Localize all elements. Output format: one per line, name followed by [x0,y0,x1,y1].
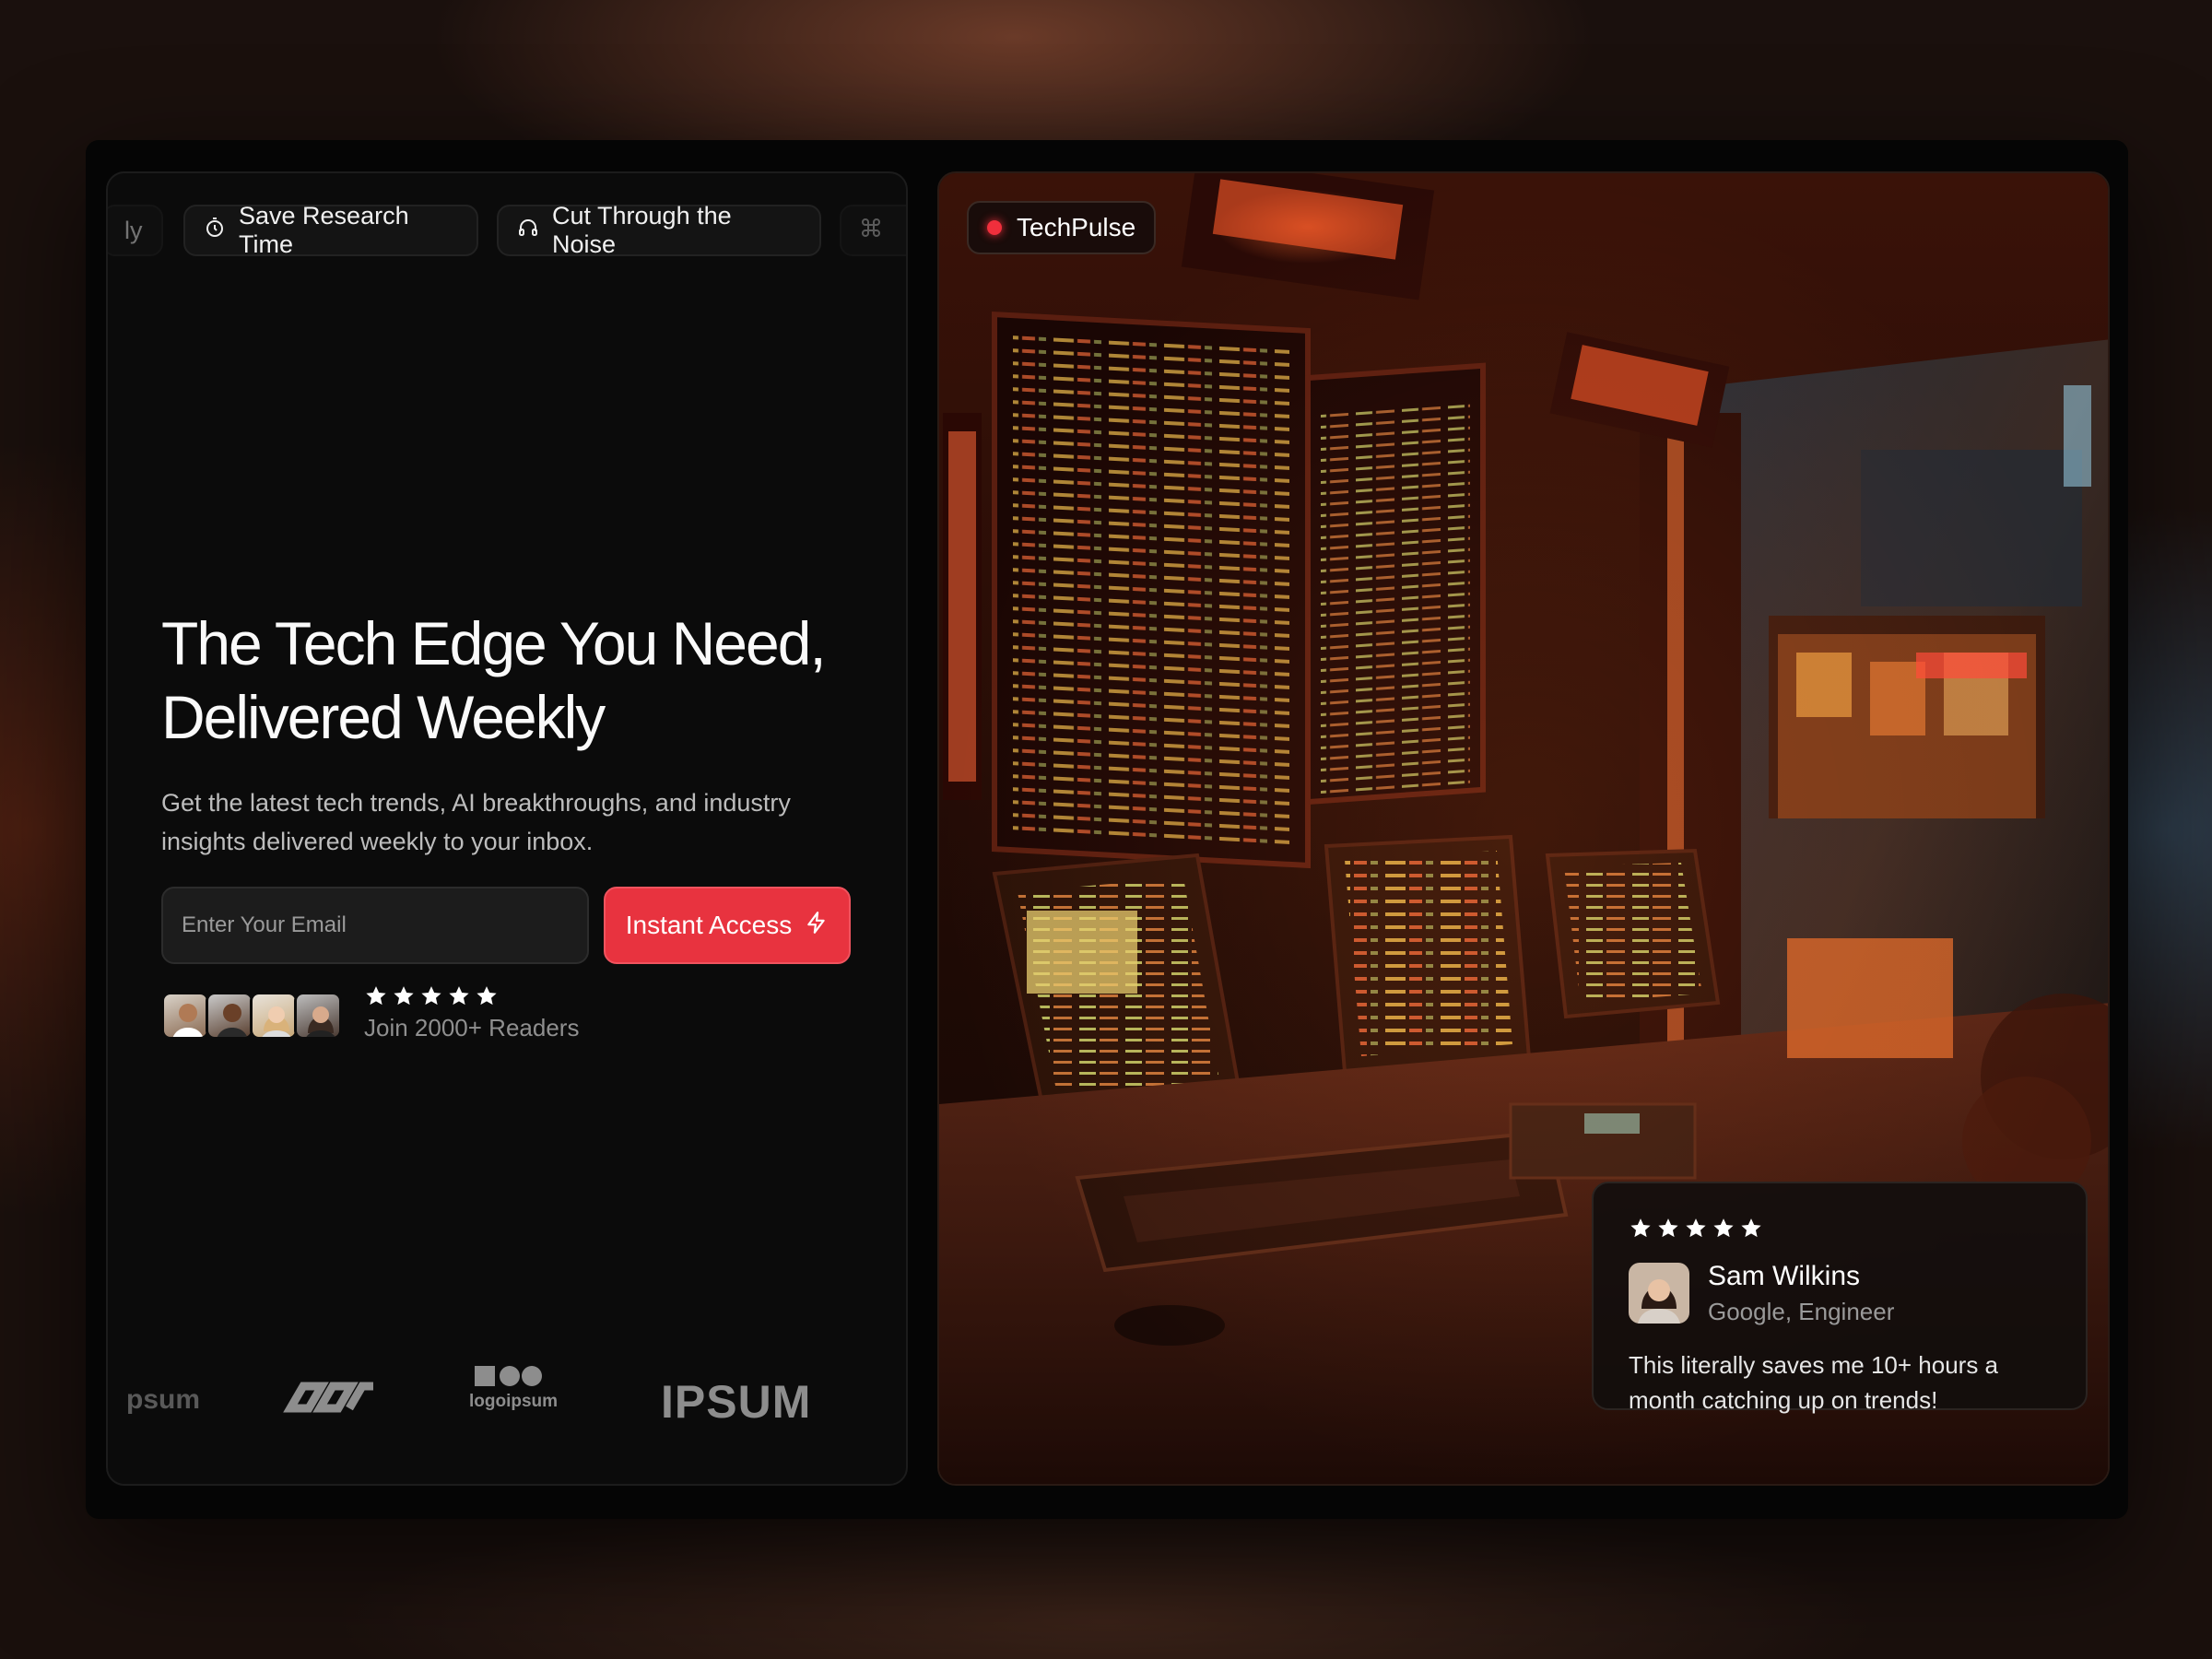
hero-subtitle-line-2: insights delivered weekly to your inbox. [161,828,594,855]
feature-chip-cut-noise: Cut Through the Noise [497,202,821,258]
hero-section: The Tech Edge You Need, Delivered Weekly… [161,606,862,861]
partner-logos-marquee: psum logoipsum IPSUM [108,1362,906,1445]
reviewer-role: Google, Engineer [1708,1297,1895,1325]
hero-subtitle: Get the latest tech trends, AI breakthro… [161,783,862,861]
brand-name: TechPulse [1017,213,1136,241]
avatar [250,992,298,1040]
star-icon [1658,1218,1678,1238]
logo-text: logoipsum [469,1392,559,1411]
page-frame: ly Save Research Time Cut Through the No… [86,140,2128,1519]
infinity-logo [283,1370,379,1430]
ipsum-logo: IPSUM [661,1375,811,1429]
star-icon [366,986,386,1006]
star-icon [477,986,497,1006]
feature-chip-partial-left: ly [108,205,163,256]
star-icon [421,986,441,1006]
chip-label: Save Research Time [239,202,409,258]
partner-logo-partial: psum [126,1384,200,1416]
hero-title-line-1: The Tech Edge You Need, [161,609,827,677]
logo-text: psum [126,1384,201,1415]
star-icon [1630,1218,1651,1238]
star-icon [449,986,469,1006]
testimonial-rating [1629,1217,2051,1241]
hero-title: The Tech Edge You Need, Delivered Weekly [161,606,862,754]
hero-image-panel: TechPulse Sam Wilkins Google, Engineer T… [937,171,2110,1486]
lightning-icon [805,911,829,941]
signup-form: Instant Access [161,887,853,964]
instant-access-button[interactable]: Instant Access [604,887,851,964]
testimonial-card: Sam Wilkins Google, Engineer This litera… [1592,1182,2088,1414]
star-icon [1713,1218,1734,1238]
avatar [294,992,342,1040]
reviewer: Sam Wilkins Google, Engineer [1629,1261,2051,1325]
live-dot-icon [987,220,1002,235]
social-proof: Join 2000+ Readers [161,984,714,1049]
readers-count: Join 2000+ Readers [364,1014,580,1041]
star-icon [1686,1218,1706,1238]
feature-chips-marquee: ly Save Research Time Cut Through the No… [108,202,906,260]
signup-panel: ly Save Research Time Cut Through the No… [106,171,908,1486]
logoipsum-logo: logoipsum [469,1362,571,1412]
testimonial-quote: This literally saves me 10+ hours a mont… [1629,1347,2051,1418]
feature-chip-save-research: Save Research Time [183,202,478,258]
headphones-icon [517,217,539,245]
brand-badge: TechPulse [967,201,1157,254]
email-input[interactable] [161,887,589,964]
avatar [206,992,253,1040]
chip-label: Cut Through the Noise [552,202,732,258]
cta-label: Instant Access [625,911,793,939]
star-icon [394,986,414,1006]
reviewer-name: Sam Wilkins [1708,1260,1861,1291]
feature-chip-partial-right [840,205,906,256]
logo-text: IPSUM [661,1376,812,1428]
command-icon [860,217,882,245]
quote-line-1: This literally saves me 10+ hours a [1629,1351,1999,1379]
reviewer-avatar [1629,1263,1689,1324]
stopwatch-icon [204,217,226,245]
quote-line-2: month catching up on trends! [1629,1386,1938,1414]
rating-stars [364,984,499,1008]
star-icon [1741,1218,1761,1238]
hero-title-line-2: Delivered Weekly [161,683,606,751]
chip-label: ly [124,216,143,244]
avatar [161,992,209,1040]
hero-subtitle-line-1: Get the latest tech trends, AI breakthro… [161,789,791,817]
